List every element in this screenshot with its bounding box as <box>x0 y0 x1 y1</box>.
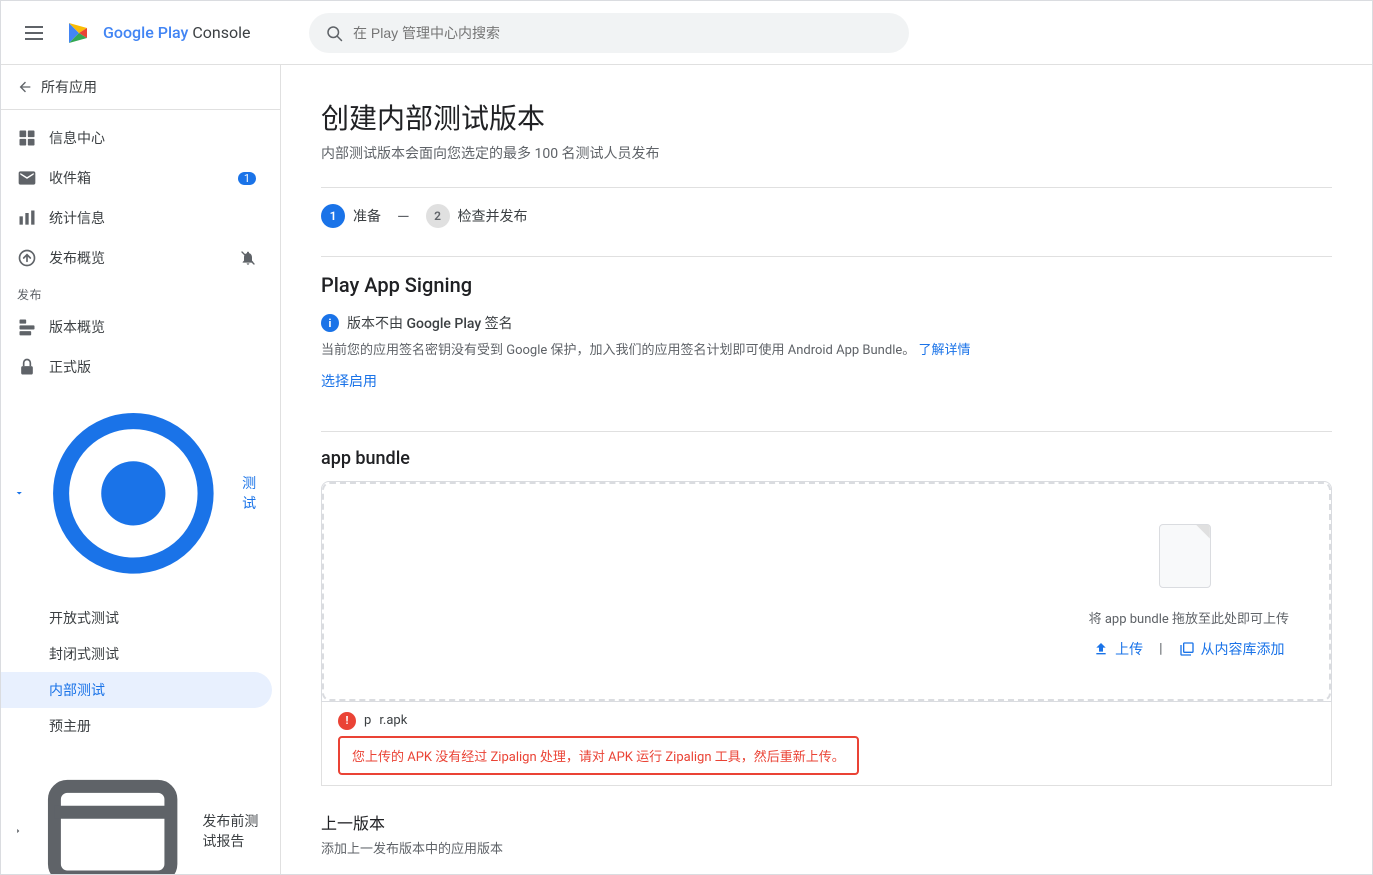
sidebar-item-inbox[interactable]: 收件箱 1 <box>1 158 272 198</box>
step-2: 2 检查并发布 <box>426 204 528 228</box>
signing-warning-row: i 版本不由 Google Play 签名 <box>321 313 1332 333</box>
upload-hint: 将 app bundle 拖放至此处即可上传 <box>1089 608 1289 627</box>
topbar: Google Play Console <box>1 1 1372 65</box>
sidebar-sub-open-test[interactable]: 开放式测试 <box>1 600 272 636</box>
publish-icon <box>17 248 37 268</box>
step-2-circle: 2 <box>426 204 450 228</box>
sidebar-version-overview-label: 版本概览 <box>49 317 105 337</box>
sidebar-test-label: 测试 <box>242 473 264 513</box>
sidebar-statistics-label: 统计信息 <box>49 208 105 228</box>
upload-icon <box>1093 641 1109 657</box>
versions-icon <box>17 317 37 337</box>
body: 所有应用 信息中心 收件箱 1 <box>1 65 1372 874</box>
sidebar-release-label: 正式版 <box>49 357 91 377</box>
sidebar-sub-closed-test[interactable]: 封闭式测试 <box>1 636 272 672</box>
pre-release-icon <box>35 754 190 874</box>
previous-version-desc: 添加上一发布版本中的应用版本 <box>321 838 1332 857</box>
enable-link[interactable]: 选择启用 <box>321 374 377 390</box>
signing-description: 当前您的应用签名密钥没有受到 Google 保护，加入我们的应用签名计划即可使用… <box>321 341 1332 361</box>
divider-2 <box>321 256 1332 257</box>
upload-container: 将 app bundle 拖放至此处即可上传 上传 | <box>321 481 1332 702</box>
topbar-left: Google Play Console <box>17 17 297 49</box>
divider-3 <box>321 431 1332 432</box>
action-divider: | <box>1159 641 1162 657</box>
search-icon <box>325 24 343 42</box>
page-subtitle: 内部测试版本会面向您选定的最多 100 名测试人员发布 <box>321 143 1332 163</box>
sidebar-item-publish-overview[interactable]: 发布概览 <box>1 238 272 278</box>
dashboard-icon <box>17 128 37 148</box>
step-1: 1 准备 <box>321 204 381 228</box>
lock-icon <box>17 357 37 377</box>
signing-section-title: Play App Signing <box>321 273 1332 297</box>
step-1-circle: 1 <box>321 204 345 228</box>
main-content: 创建内部测试版本 内部测试版本会面向您选定的最多 100 名测试人员发布 1 准… <box>281 65 1372 874</box>
sidebar-item-release[interactable]: 正式版 <box>1 347 272 387</box>
info-icon: i <box>321 314 339 332</box>
inbox-icon <box>17 168 37 188</box>
learn-more-link[interactable]: 了解详情 <box>918 343 970 358</box>
step-connector: — <box>397 207 410 226</box>
search-input[interactable] <box>353 25 893 41</box>
previous-version-title: 上一版本 <box>321 810 1332 834</box>
logo-area: Google Play Console <box>63 17 251 49</box>
publish-section-label: 发布 <box>1 278 280 307</box>
sidebar-item-version-overview[interactable]: 版本概览 <box>1 307 272 347</box>
notification-off-icon <box>240 250 256 266</box>
included-title: 已包括在内 <box>321 873 1332 875</box>
upload-area[interactable]: 将 app bundle 拖放至此处即可上传 上传 | <box>322 482 1331 701</box>
library-button[interactable]: 从内容库添加 <box>1179 639 1285 659</box>
sidebar: 所有应用 信息中心 收件箱 1 <box>1 65 281 874</box>
steps: 1 准备 — 2 检查并发布 <box>321 204 1332 228</box>
chevron-down-icon <box>13 485 25 501</box>
back-label: 所有应用 <box>41 77 97 97</box>
search-bar[interactable] <box>309 13 909 53</box>
sidebar-item-info-center[interactable]: 信息中心 <box>1 118 272 158</box>
apk-row: ! p r.apk 您上传的 APK 没有经过 Zipalign 处理，请对 A… <box>321 702 1332 786</box>
back-arrow-icon <box>17 79 33 95</box>
hamburger-button[interactable] <box>17 18 51 48</box>
sidebar-item-pre-release[interactable]: 发布前测试报告 <box>1 744 280 874</box>
chevron-right-icon <box>13 823 23 839</box>
bundle-section-title: app bundle <box>321 448 1332 469</box>
sidebar-inbox-label: 收件箱 <box>49 168 91 188</box>
sidebar-item-statistics[interactable]: 统计信息 <box>1 198 272 238</box>
file-icon <box>1159 524 1219 596</box>
upload-button[interactable]: 上传 <box>1093 639 1143 659</box>
apk-error-icon: ! <box>338 712 356 730</box>
play-logo-icon <box>63 17 95 49</box>
upload-right: 将 app bundle 拖放至此处即可上传 上传 | <box>1089 524 1289 659</box>
sidebar-info-center-label: 信息中心 <box>49 128 105 148</box>
sidebar-publish-overview-label: 发布概览 <box>49 248 105 268</box>
step-1-label: 准备 <box>353 206 381 226</box>
upload-actions: 上传 | 从内容库添加 <box>1093 639 1284 659</box>
bar-chart-icon <box>17 208 37 228</box>
sidebar-sub-pre-register[interactable]: 预主册 <box>1 708 272 744</box>
page-title: 创建内部测试版本 <box>321 97 1332 137</box>
logo-text: Google Play Console <box>103 23 251 42</box>
sidebar-item-test[interactable]: 测试 <box>1 387 280 600</box>
test-icon <box>37 397 230 590</box>
step-2-label: 检查并发布 <box>458 206 528 226</box>
library-icon <box>1179 641 1195 657</box>
apk-error-box: 您上传的 APK 没有经过 Zipalign 处理，请对 APK 运行 Zipa… <box>338 736 859 775</box>
apk-file-info: ! p r.apk <box>338 712 407 730</box>
apk-filename: p <box>364 713 371 728</box>
divider-1 <box>321 187 1332 188</box>
sidebar-pre-release-label: 发布前测试报告 <box>202 811 264 851</box>
inbox-badge: 1 <box>238 172 256 185</box>
sidebar-sub-internal-test[interactable]: 内部测试 <box>1 672 272 708</box>
apk-ext: r.apk <box>379 713 407 728</box>
previous-version-section: 上一版本 添加上一发布版本中的应用版本 已包括在内 <box>321 810 1332 875</box>
back-button[interactable]: 所有应用 <box>1 65 280 110</box>
signing-warning-label: 版本不由 Google Play 签名 <box>347 313 513 333</box>
